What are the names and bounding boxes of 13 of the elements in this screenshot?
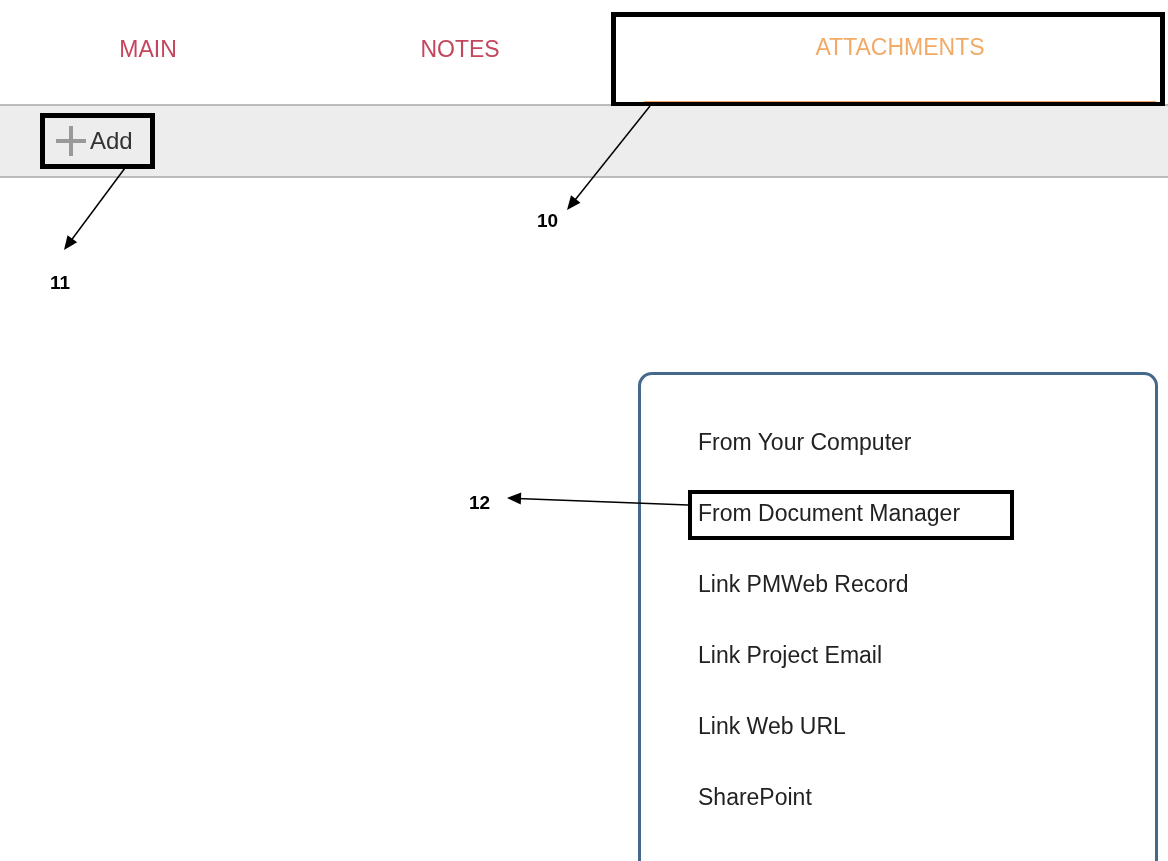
callout-number: 10 bbox=[537, 210, 559, 232]
tab[interactable]: MAIN bbox=[0, 0, 296, 104]
menu-item[interactable]: From Your Computer bbox=[698, 428, 912, 456]
callout-number: 11 bbox=[50, 272, 71, 294]
menu-item[interactable]: Link Project Email bbox=[698, 641, 883, 669]
plus-icon bbox=[56, 126, 86, 156]
callout-number: 12 bbox=[469, 492, 491, 514]
add-button[interactable]: Add bbox=[56, 126, 133, 156]
menu-item[interactable]: Link Web URL bbox=[698, 712, 846, 740]
menu-item[interactable]: Link PMWeb Record bbox=[698, 570, 909, 598]
tab[interactable]: NOTES bbox=[296, 0, 624, 104]
menu-item[interactable]: SharePoint bbox=[698, 783, 812, 811]
menu-item[interactable]: From Document Manager bbox=[698, 499, 961, 527]
